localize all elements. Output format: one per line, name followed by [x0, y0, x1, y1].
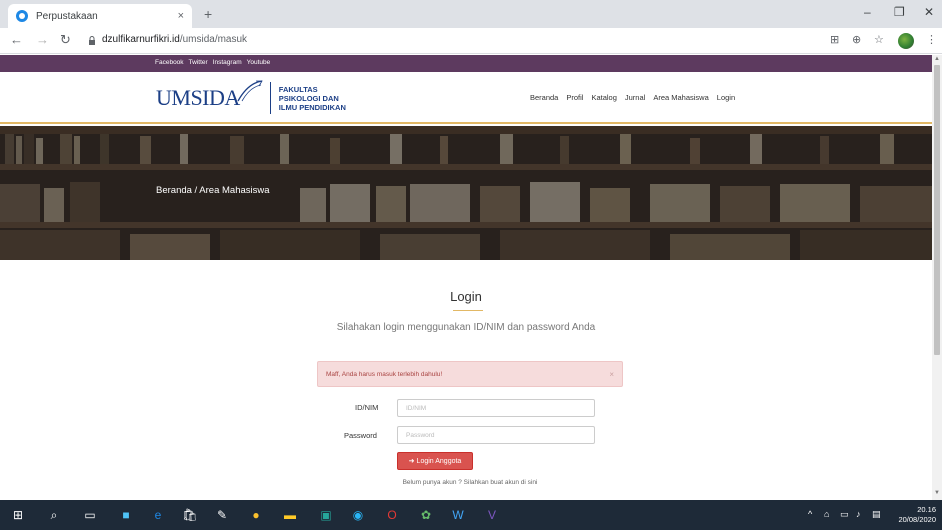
main-menu: Beranda Profil Katalog Jurnal Area Mahas…	[530, 93, 735, 102]
register-link[interactable]: Belum punya akun ? Silahkan buat akun di…	[0, 479, 940, 486]
login-subtitle: Silahakan login menggunakan ID/NIM dan p…	[336, 322, 596, 333]
volume-icon[interactable]: ♪	[856, 509, 861, 519]
hero-overlay	[0, 126, 932, 260]
site-header: UMSIDA FAKULTAS PSIKOLOGI DAN ILMU PENDI…	[0, 72, 932, 124]
profile-avatar[interactable]	[898, 33, 914, 49]
tab-close-icon[interactable]: ×	[178, 10, 184, 22]
url-field[interactable]: dzulfikarnurfikri.id/umsida/masuk	[102, 34, 247, 45]
battery-icon[interactable]: ▭	[840, 509, 849, 520]
id-label: ID/NIM	[355, 403, 379, 412]
lock-icon[interactable]	[88, 36, 96, 45]
search-icon[interactable]: ⌕	[46, 507, 62, 523]
app-icon-4[interactable]: ✿	[418, 507, 434, 523]
network-icon[interactable]: ⌂	[824, 509, 829, 519]
edge-browser-icon[interactable]: e	[150, 507, 166, 523]
social-topbar: Facebook Twitter Instagram Youtube	[0, 55, 932, 72]
minimize-button[interactable]: –	[864, 5, 871, 19]
menu-item-profil[interactable]: Profil	[566, 93, 583, 102]
faculty-line-2: PSIKOLOGI DAN	[278, 93, 339, 103]
tab-title: Perpustakaan	[36, 10, 98, 22]
menu-item-katalog[interactable]: Katalog	[591, 93, 616, 102]
sign-in-icon: ➜	[408, 458, 415, 465]
app-icon-2[interactable]: ✎	[214, 507, 230, 523]
site-favicon-icon	[16, 10, 28, 22]
menu-item-beranda[interactable]: Beranda	[530, 93, 558, 102]
windows-start-icon[interactable]: ⊞	[10, 507, 26, 523]
breadcrumb: Beranda / Area Mahasiswa	[156, 185, 270, 196]
close-window-button[interactable]: ✕	[924, 5, 934, 19]
logo-wordmark: UMSIDA	[156, 85, 240, 110]
login-button[interactable]: ➜ Login Anggota	[397, 452, 473, 470]
logo-divider	[269, 82, 271, 114]
taskbar: ⊞ ⌕ ▭ ■ e 🛍 ✎ ● ▬ ▣ ◉ O ✿ W V ^ ⌂ ▭ ♪ ▤ …	[0, 500, 942, 530]
faculty-line-3: ILMU PENDIDIKAN	[278, 102, 346, 112]
chrome-icon[interactable]: ●	[248, 507, 264, 523]
word-icon[interactable]: W	[450, 507, 466, 523]
login-title: Login	[450, 289, 482, 304]
task-view-icon[interactable]: ▭	[82, 507, 98, 523]
logo-swoosh-icon	[237, 80, 263, 102]
scroll-thumb[interactable]	[934, 65, 940, 355]
bookmark-star-icon[interactable]: ☆	[874, 33, 884, 46]
page-scrollbar[interactable]: ▲ ▼	[932, 55, 942, 500]
translate-icon[interactable]: ⊞	[830, 33, 839, 46]
social-link-youtube[interactable]: Youtube	[247, 59, 271, 66]
telegram-icon[interactable]: ◉	[350, 507, 366, 523]
scroll-down-icon[interactable]: ▼	[934, 490, 940, 496]
notification-icon[interactable]: ▤	[872, 509, 881, 520]
alert-message: Maff, Anda harus masuk terlebih dahulu! …	[317, 361, 623, 387]
system-clock[interactable]: 20.16 20/08/2020	[888, 505, 936, 525]
site-logo[interactable]: UMSIDA FAKULTAS PSIKOLOGI DAN ILMU PENDI…	[156, 80, 346, 114]
url-domain: dzulfikarnurfikri.id	[102, 34, 180, 45]
new-tab-button[interactable]: +	[204, 6, 212, 22]
address-bar: ← → ↻ dzulfikarnurfikri.id/umsida/masuk …	[0, 28, 942, 54]
app-icon-1[interactable]: ■	[118, 507, 134, 523]
reload-icon[interactable]: ↻	[60, 32, 71, 48]
url-path: /umsida/masuk	[179, 34, 248, 45]
app-icon-3[interactable]: ▣	[318, 507, 334, 523]
alert-text: Maff, Anda harus masuk terlebih dahulu!	[326, 371, 443, 378]
social-link-instagram[interactable]: Instagram	[213, 59, 242, 66]
maximize-button[interactable]: ❐	[894, 5, 905, 19]
faculty-line-1: FAKULTAS	[278, 84, 318, 94]
forward-arrow-icon[interactable]: →	[36, 32, 49, 47]
tray-chevron-icon[interactable]: ^	[808, 509, 812, 519]
faculty-name: FAKULTAS PSIKOLOGI DAN ILMU PENDIDIKAN	[279, 85, 346, 112]
browser-menu-icon[interactable]: ⋮	[926, 33, 937, 46]
social-link-twitter[interactable]: Twitter	[189, 59, 208, 66]
browser-tab[interactable]: Perpustakaan ×	[8, 4, 192, 28]
id-input[interactable]	[397, 399, 595, 417]
password-label: Password	[344, 431, 377, 440]
password-input[interactable]	[397, 426, 595, 444]
hero-banner	[0, 126, 932, 260]
menu-item-jurnal[interactable]: Jurnal	[625, 93, 645, 102]
zoom-icon[interactable]: ⊕	[852, 33, 861, 46]
file-explorer-icon[interactable]: ▬	[282, 507, 298, 523]
browser-tab-bar: Perpustakaan × + – ❐ ✕	[0, 0, 942, 28]
menu-item-area-mahasiswa[interactable]: Area Mahasiswa	[653, 93, 708, 102]
menu-item-login[interactable]: Login	[717, 93, 735, 102]
opera-icon[interactable]: O	[384, 507, 400, 523]
title-underline	[453, 310, 483, 311]
back-arrow-icon[interactable]: ←	[10, 32, 23, 47]
social-link-facebook[interactable]: Facebook	[155, 59, 184, 66]
vscode-icon[interactable]: V	[484, 507, 500, 523]
store-icon[interactable]: 🛍	[182, 507, 198, 523]
scroll-up-icon[interactable]: ▲	[934, 56, 940, 62]
clock-date: 20/08/2020	[898, 515, 936, 524]
login-button-label: Login Anggota	[416, 457, 462, 465]
clock-time: 20.16	[917, 505, 936, 514]
alert-close-icon[interactable]: ×	[609, 370, 614, 379]
